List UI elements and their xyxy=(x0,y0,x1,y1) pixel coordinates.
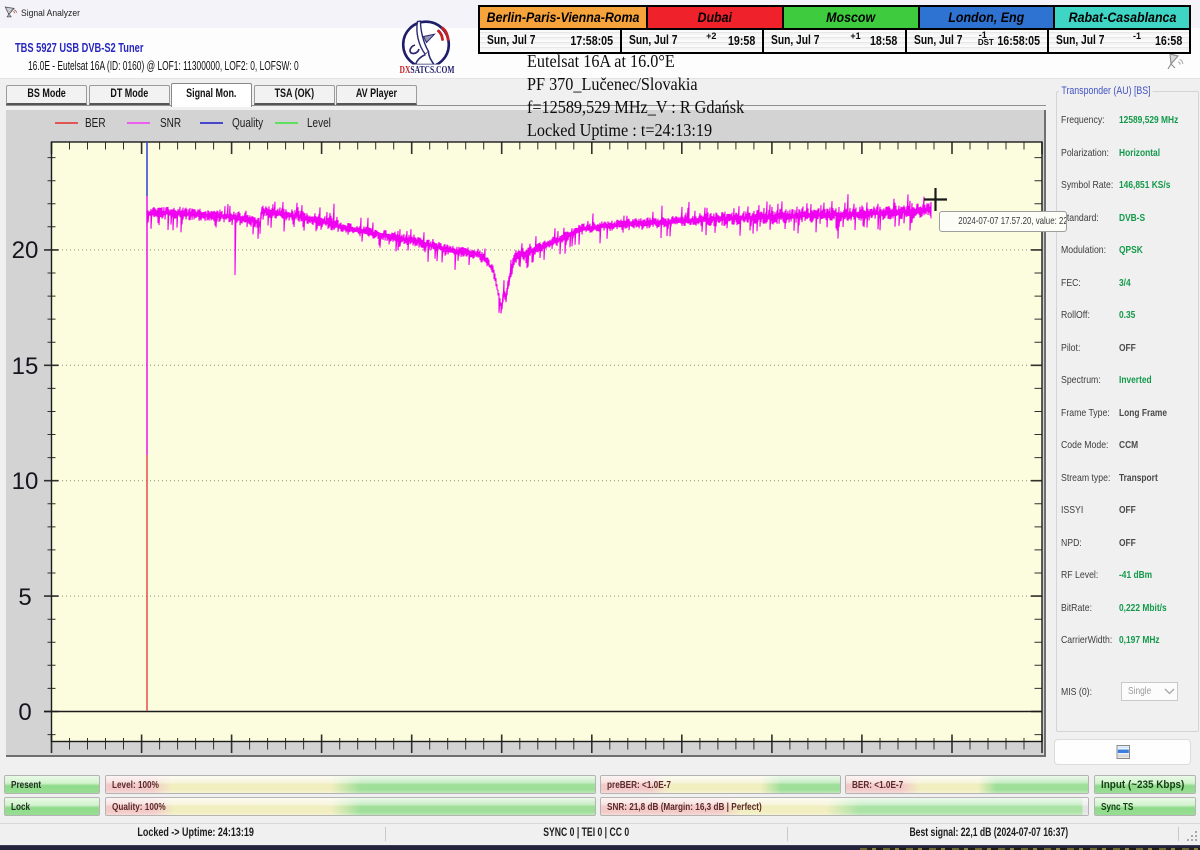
svg-text:DXSATCS.COM: DXSATCS.COM xyxy=(400,65,455,75)
